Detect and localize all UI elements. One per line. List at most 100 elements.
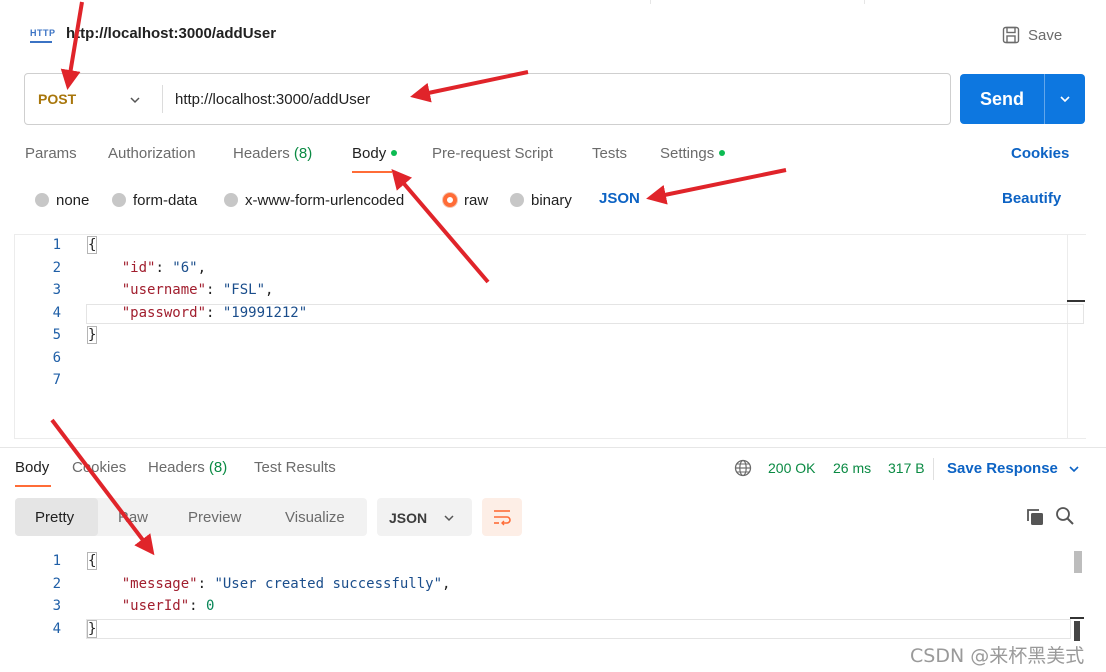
radio-binary[interactable]: binary: [510, 190, 572, 210]
tab-headers-count: (8): [293, 145, 313, 162]
tab-body[interactable]: Body: [352, 145, 398, 162]
code-line[interactable]: "id": "6",: [88, 260, 206, 276]
radio-icon[interactable]: [35, 193, 49, 207]
save-icon: [1002, 26, 1020, 44]
json-key: "username": [121, 282, 207, 298]
globe-icon[interactable]: [734, 459, 752, 477]
response-code-line[interactable]: }: [86, 620, 98, 638]
tab-headers-label: Headers: [233, 145, 290, 162]
response-tab-cookies[interactable]: Cookies: [72, 459, 126, 476]
tab-settings[interactable]: Settings: [660, 145, 726, 162]
json-value: "19991212": [222, 305, 308, 321]
line-number: 3: [52, 598, 61, 614]
response-code-line[interactable]: {: [86, 552, 98, 570]
chevron-down-icon[interactable]: [1058, 92, 1072, 106]
language-select[interactable]: JSON: [599, 190, 640, 207]
view-pretty[interactable]: Pretty: [35, 509, 74, 526]
json-value: "User created successfully": [214, 576, 443, 592]
radio-urlencoded-label: x-www-form-urlencoded: [245, 191, 405, 209]
radio-icon[interactable]: [510, 193, 524, 207]
radio-selected-icon[interactable]: [443, 193, 457, 207]
tab-body-label: Body: [352, 145, 387, 162]
status-dot: [719, 150, 726, 157]
line-number: 2: [52, 576, 61, 592]
json-key: "id": [121, 260, 156, 276]
radio-raw-label: raw: [464, 191, 489, 209]
tab-authorization[interactable]: Authorization: [108, 145, 196, 162]
response-code-line[interactable]: "message": "User created successfully",: [88, 576, 451, 592]
http-icon: HTTP: [30, 27, 55, 43]
save-response-label: Save Response: [947, 460, 1058, 477]
line-number: 2: [52, 260, 61, 276]
json-key: "password": [121, 305, 207, 321]
scrollbar-thumb[interactable]: [1074, 621, 1080, 641]
scrollbar-track[interactable]: [1070, 617, 1084, 641]
response-time[interactable]: 26 ms: [833, 460, 871, 476]
tab-params[interactable]: Params: [25, 145, 77, 162]
view-preview[interactable]: Preview: [188, 509, 241, 526]
response-tab-headers-count: (8): [208, 459, 228, 476]
cookies-link[interactable]: Cookies: [1011, 145, 1069, 162]
tab-headers[interactable]: Headers (8): [233, 145, 312, 162]
send-button[interactable]: Send: [960, 74, 1085, 124]
chevron-down-icon: [444, 515, 454, 522]
status-code[interactable]: 200 OK: [768, 460, 815, 476]
radio-icon[interactable]: [224, 193, 238, 207]
json-comma: ,: [197, 260, 207, 276]
save-response-button[interactable]: Save Response: [947, 460, 1080, 477]
view-visualize[interactable]: Visualize: [285, 509, 345, 526]
code-line[interactable]: "username": "FSL",: [88, 282, 274, 298]
chevron-down-icon: [1069, 465, 1079, 472]
line-number: 5: [52, 327, 61, 343]
response-size[interactable]: 317 B: [888, 460, 925, 476]
wrap-icon: [494, 510, 511, 526]
radio-none[interactable]: none: [35, 190, 89, 210]
save-label: Save: [1028, 26, 1063, 44]
radio-urlencoded[interactable]: x-www-form-urlencoded: [224, 190, 404, 210]
line-number: 3: [52, 282, 61, 298]
open-brace: {: [86, 552, 98, 570]
response-tab-headers[interactable]: Headers (8): [148, 459, 227, 476]
scrollbar-thumb[interactable]: [1067, 300, 1085, 302]
json-value: "FSL": [222, 282, 266, 298]
scrollbar-thumb[interactable]: [1074, 551, 1082, 573]
response-tab-test-results[interactable]: Test Results: [254, 459, 336, 476]
radio-icon[interactable]: [112, 193, 126, 207]
line-number: 1: [52, 553, 61, 569]
request-title[interactable]: http://localhost:3000/addUser: [66, 25, 276, 42]
code-line[interactable]: "password": "19991212": [88, 305, 307, 321]
copy-icon[interactable]: [1025, 507, 1045, 527]
divider: [162, 85, 163, 113]
code-line[interactable]: {: [86, 236, 98, 254]
json-value: "6": [172, 260, 198, 276]
arrow-to-json: [646, 168, 787, 205]
radio-raw[interactable]: raw: [443, 190, 488, 210]
tab-tests[interactable]: Tests: [592, 145, 627, 162]
response-tab-headers-label: Headers: [148, 459, 205, 476]
tab-prerequest-script[interactable]: Pre-request Script: [432, 145, 553, 162]
wrap-lines-button[interactable]: [482, 498, 522, 536]
response-tab-body[interactable]: Body: [15, 459, 49, 476]
method-select[interactable]: POST: [38, 91, 76, 107]
save-button[interactable]: Save: [1002, 24, 1062, 46]
json-value: 0: [206, 598, 215, 614]
json-key: "userId": [121, 598, 190, 614]
close-brace: }: [86, 326, 98, 344]
line-number: 4: [52, 305, 61, 321]
format-select[interactable]: JSON: [377, 498, 472, 536]
active-tab-indicator: [352, 171, 392, 173]
code-line[interactable]: }: [86, 326, 98, 344]
search-icon[interactable]: [1055, 506, 1075, 526]
editor-scrollbar[interactable]: [1067, 234, 1083, 439]
line-number: 4: [52, 621, 61, 637]
chevron-down-icon[interactable]: [128, 93, 142, 107]
open-brace: {: [86, 236, 98, 254]
radio-none-label: none: [56, 191, 90, 209]
view-raw[interactable]: Raw: [118, 509, 148, 526]
close-brace: }: [86, 620, 98, 638]
url-input[interactable]: [175, 88, 935, 110]
beautify-link[interactable]: Beautify: [1002, 190, 1061, 207]
response-code-line[interactable]: "userId": 0: [88, 598, 215, 614]
radio-form-data[interactable]: form-data: [112, 190, 197, 210]
status-dot: [391, 150, 398, 157]
